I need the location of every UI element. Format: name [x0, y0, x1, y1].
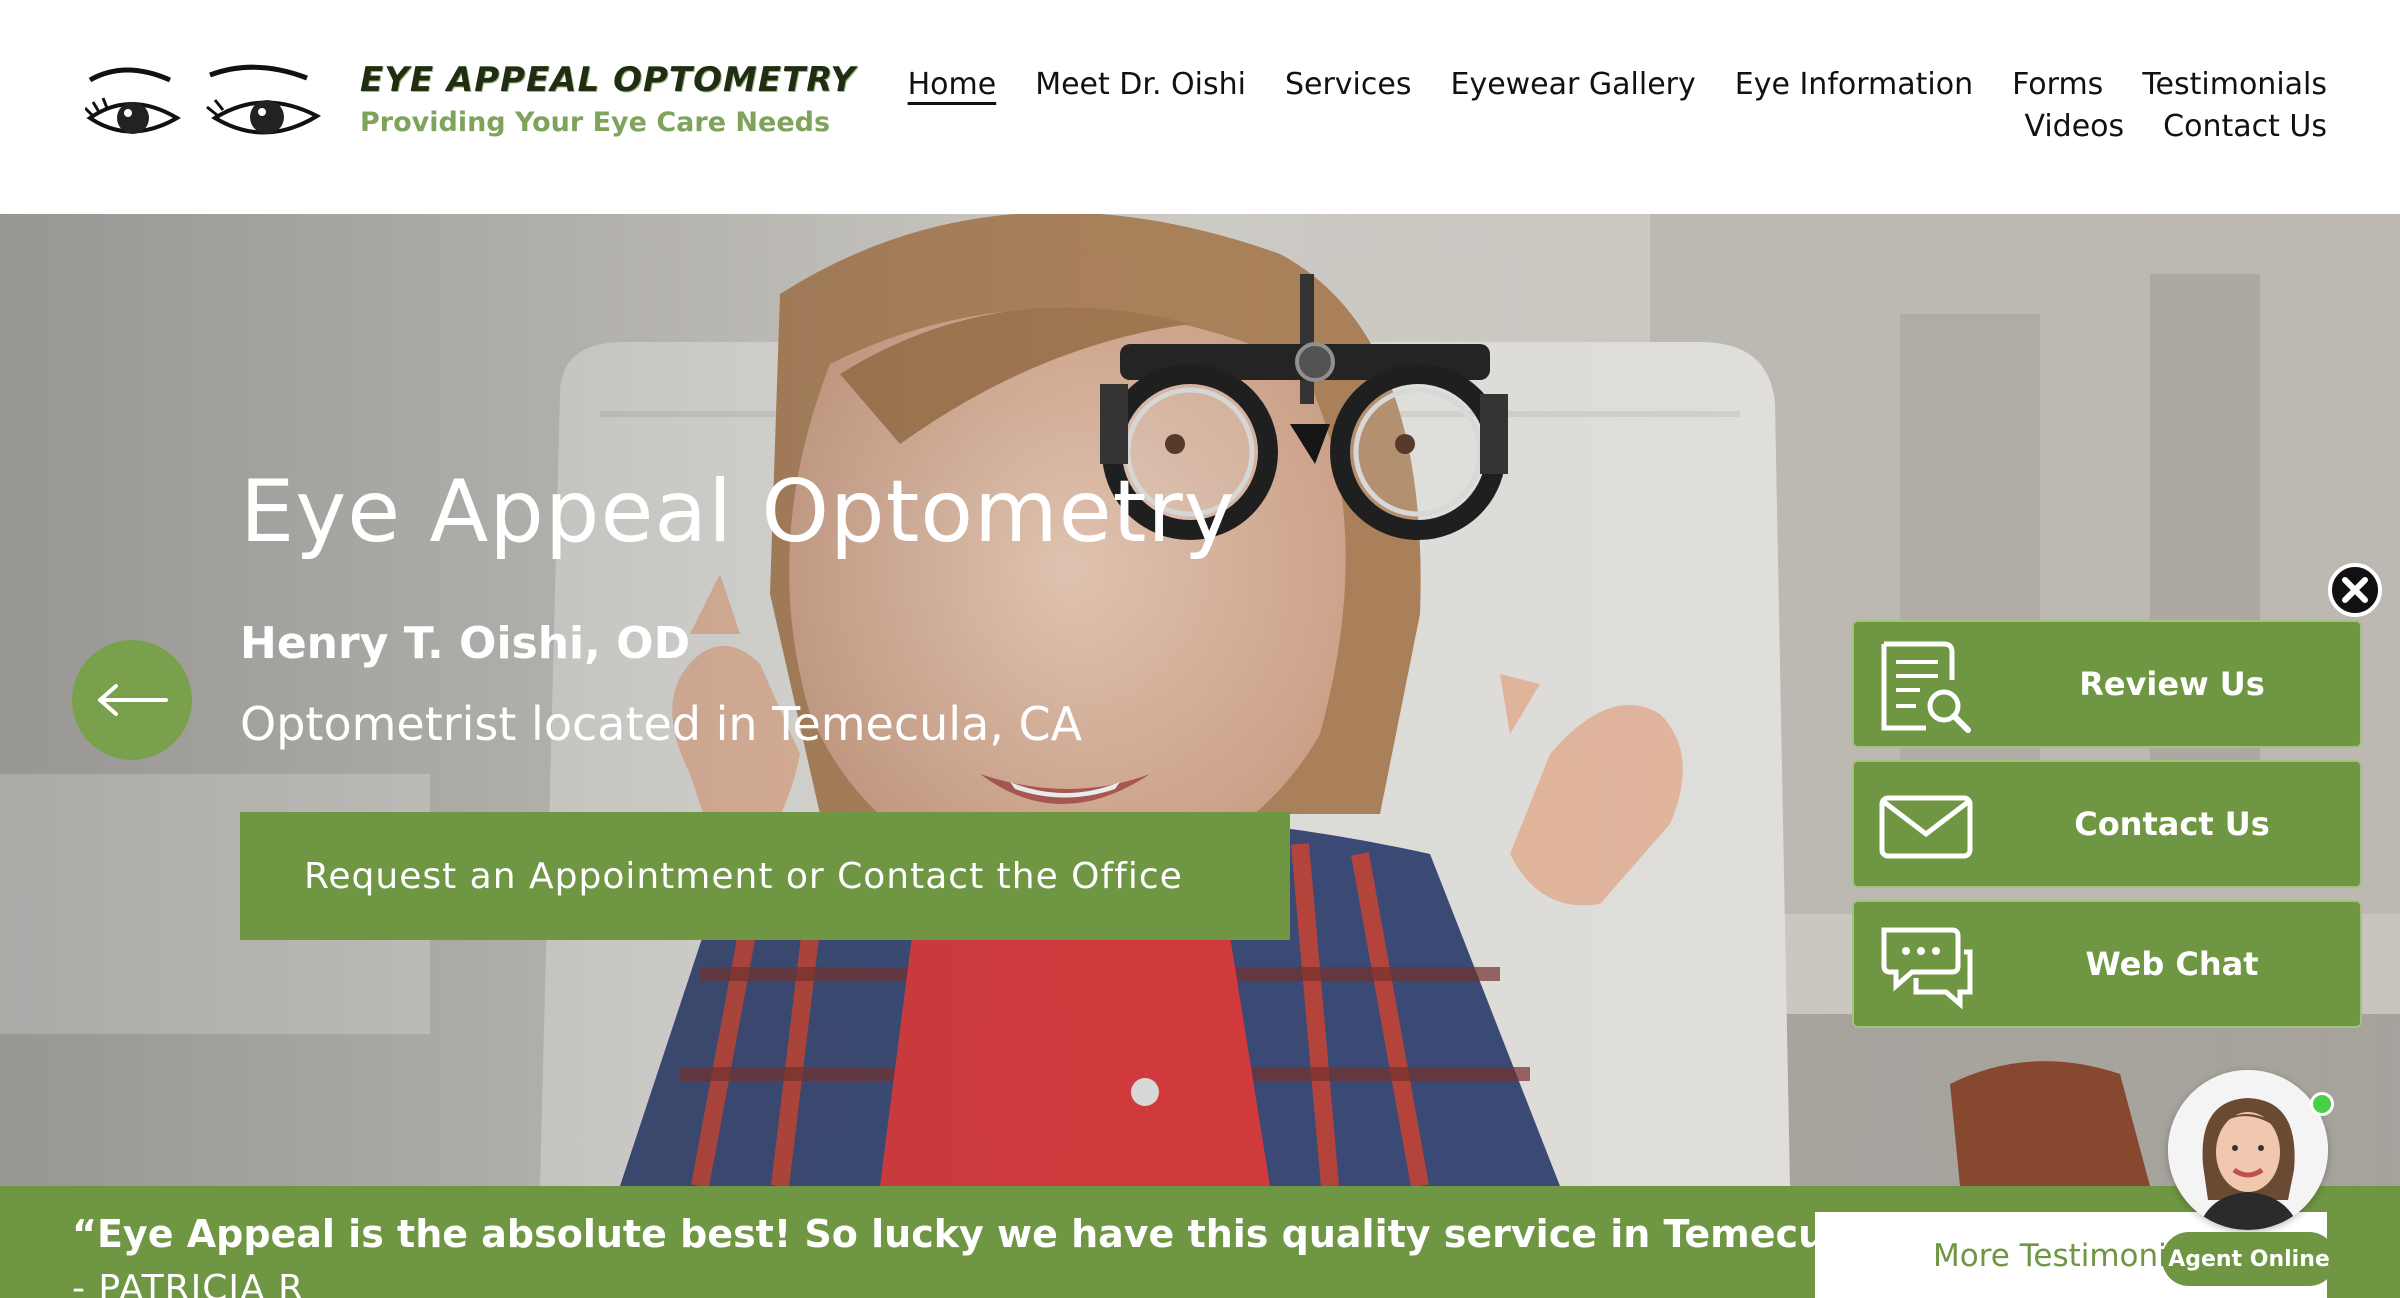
testimonial-author: - PATRICIA R	[72, 1268, 305, 1298]
request-appointment-button[interactable]: Request an Appointment or Contact the Of…	[240, 812, 1290, 940]
nav-item-testimonials[interactable]: Testimonials	[2142, 64, 2327, 106]
nav-row-1: Home Meet Dr. Oishi Services Eyewear Gal…	[877, 64, 2327, 106]
main-nav: Home Meet Dr. Oishi Services Eyewear Gal…	[877, 64, 2327, 148]
nav-item-home[interactable]: Home	[908, 64, 997, 106]
previous-slide-button[interactable]	[72, 640, 192, 760]
envelope-icon	[1879, 795, 1973, 859]
nav-item-services[interactable]: Services	[1285, 64, 1412, 106]
web-chat-button[interactable]: Web Chat	[1852, 900, 2362, 1028]
nav-item-eye-information[interactable]: Eye Information	[1735, 64, 1973, 106]
review-us-label: Review Us	[2079, 665, 2265, 703]
eyes-logo-icon	[85, 64, 322, 135]
testimonial-quote: “Eye Appeal is the absolute best! So luc…	[72, 1212, 1907, 1256]
nav-item-contact-us[interactable]: Contact Us	[2163, 106, 2327, 148]
contact-us-button[interactable]: Contact Us	[1852, 760, 2362, 888]
web-chat-label: Web Chat	[2085, 945, 2259, 983]
agent-avatar[interactable]	[2168, 1070, 2328, 1230]
logo-title: EYE APPEAL OPTOMETRY	[360, 60, 856, 100]
close-widget-button[interactable]	[2327, 562, 2383, 618]
nav-item-videos[interactable]: Videos	[2024, 106, 2124, 148]
hero-title: Eye Appeal Optometry	[240, 462, 1236, 562]
nav-item-meet-dr-oishi[interactable]: Meet Dr. Oishi	[1035, 64, 1246, 106]
site-header: EYE APPEAL OPTOMETRY Providing Your Eye …	[0, 0, 2400, 214]
online-status-dot	[2310, 1092, 2334, 1116]
review-us-button[interactable]: Review Us	[1852, 620, 2362, 748]
nav-row-2: Videos Contact Us	[877, 106, 2327, 148]
nav-item-eyewear-gallery[interactable]: Eyewear Gallery	[1450, 64, 1695, 106]
arrow-left-icon	[98, 684, 168, 716]
contact-us-label: Contact Us	[2074, 805, 2270, 843]
logo-tagline: Providing Your Eye Care Needs	[360, 107, 831, 138]
close-icon	[2328, 563, 2382, 617]
agent-photo-icon	[2168, 1070, 2328, 1230]
review-document-icon	[1881, 641, 1971, 733]
agent-online-badge[interactable]: Agent Online	[2162, 1232, 2336, 1286]
logo[interactable]: EYE APPEAL OPTOMETRY Providing Your Eye …	[85, 52, 855, 162]
doctor-name: Henry T. Oishi, OD	[240, 618, 691, 669]
hero-subtitle: Optometrist located in Temecula, CA	[240, 697, 1083, 751]
chat-bubbles-icon	[1881, 927, 1973, 1010]
testimonial-band: “Eye Appeal is the absolute best! So luc…	[0, 1186, 2400, 1298]
nav-item-forms[interactable]: Forms	[2012, 64, 2103, 106]
